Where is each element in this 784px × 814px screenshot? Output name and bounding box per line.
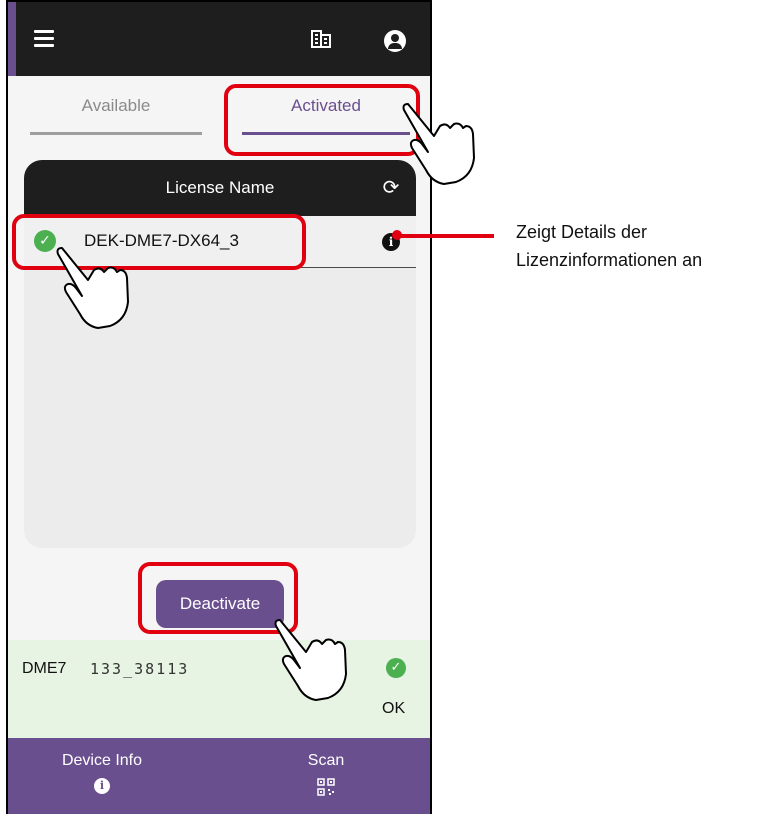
app-bar xyxy=(16,2,430,76)
nav-device-info[interactable]: Device Info i xyxy=(42,752,162,794)
info-icon: i xyxy=(94,778,110,794)
device-name: DME7 xyxy=(22,660,67,677)
tab-activated-indicator xyxy=(242,132,410,135)
tab-available[interactable]: Available xyxy=(30,96,202,116)
license-row[interactable]: ✓ DEK-DME7-DX64_3 i xyxy=(24,216,416,268)
refresh-icon[interactable]: ⟳ xyxy=(380,176,402,198)
accent-edge xyxy=(8,2,16,76)
bottom-navigation: Device Info i Scan xyxy=(8,738,430,814)
hamburger-menu-icon[interactable] xyxy=(34,30,54,51)
tab-activated[interactable]: Activated xyxy=(242,96,410,116)
license-name-header: License Name xyxy=(165,178,275,197)
callout-line-1: Zeigt Details der xyxy=(516,222,648,242)
callout-text: Zeigt Details der Lizenzinformationen an xyxy=(516,218,702,274)
building-icon[interactable] xyxy=(311,30,331,48)
license-panel-header: License Name ⟳ xyxy=(24,160,416,216)
tab-bar: Available Activated xyxy=(16,76,430,146)
nav-scan[interactable]: Scan xyxy=(266,752,386,796)
check-circle-icon[interactable]: ✓ xyxy=(34,230,56,252)
license-name: DEK-DME7-DX64_3 xyxy=(84,231,239,250)
tab-available-indicator xyxy=(30,132,202,135)
callout-line xyxy=(398,234,494,238)
callout-line-2: Lizenzinformationen an xyxy=(516,250,703,270)
deactivate-button[interactable]: Deactivate xyxy=(156,580,284,628)
qr-code-icon xyxy=(317,778,335,796)
license-panel: License Name ⟳ ✓ DEK-DME7-DX64_3 i xyxy=(24,160,416,548)
device-status-text: OK xyxy=(382,700,406,717)
phone-screen: Available Activated License Name ⟳ ✓ DEK… xyxy=(6,0,432,814)
check-circle-icon: ✓ xyxy=(386,658,406,678)
device-status-panel: DME7 1ЗЗ_38113 ✓ OK xyxy=(8,640,430,738)
nav-scan-label: Scan xyxy=(307,752,345,769)
device-serial: 1ЗЗ_38113 xyxy=(90,660,190,678)
nav-device-info-label: Device Info xyxy=(61,752,143,769)
account-circle-icon[interactable] xyxy=(384,30,406,52)
